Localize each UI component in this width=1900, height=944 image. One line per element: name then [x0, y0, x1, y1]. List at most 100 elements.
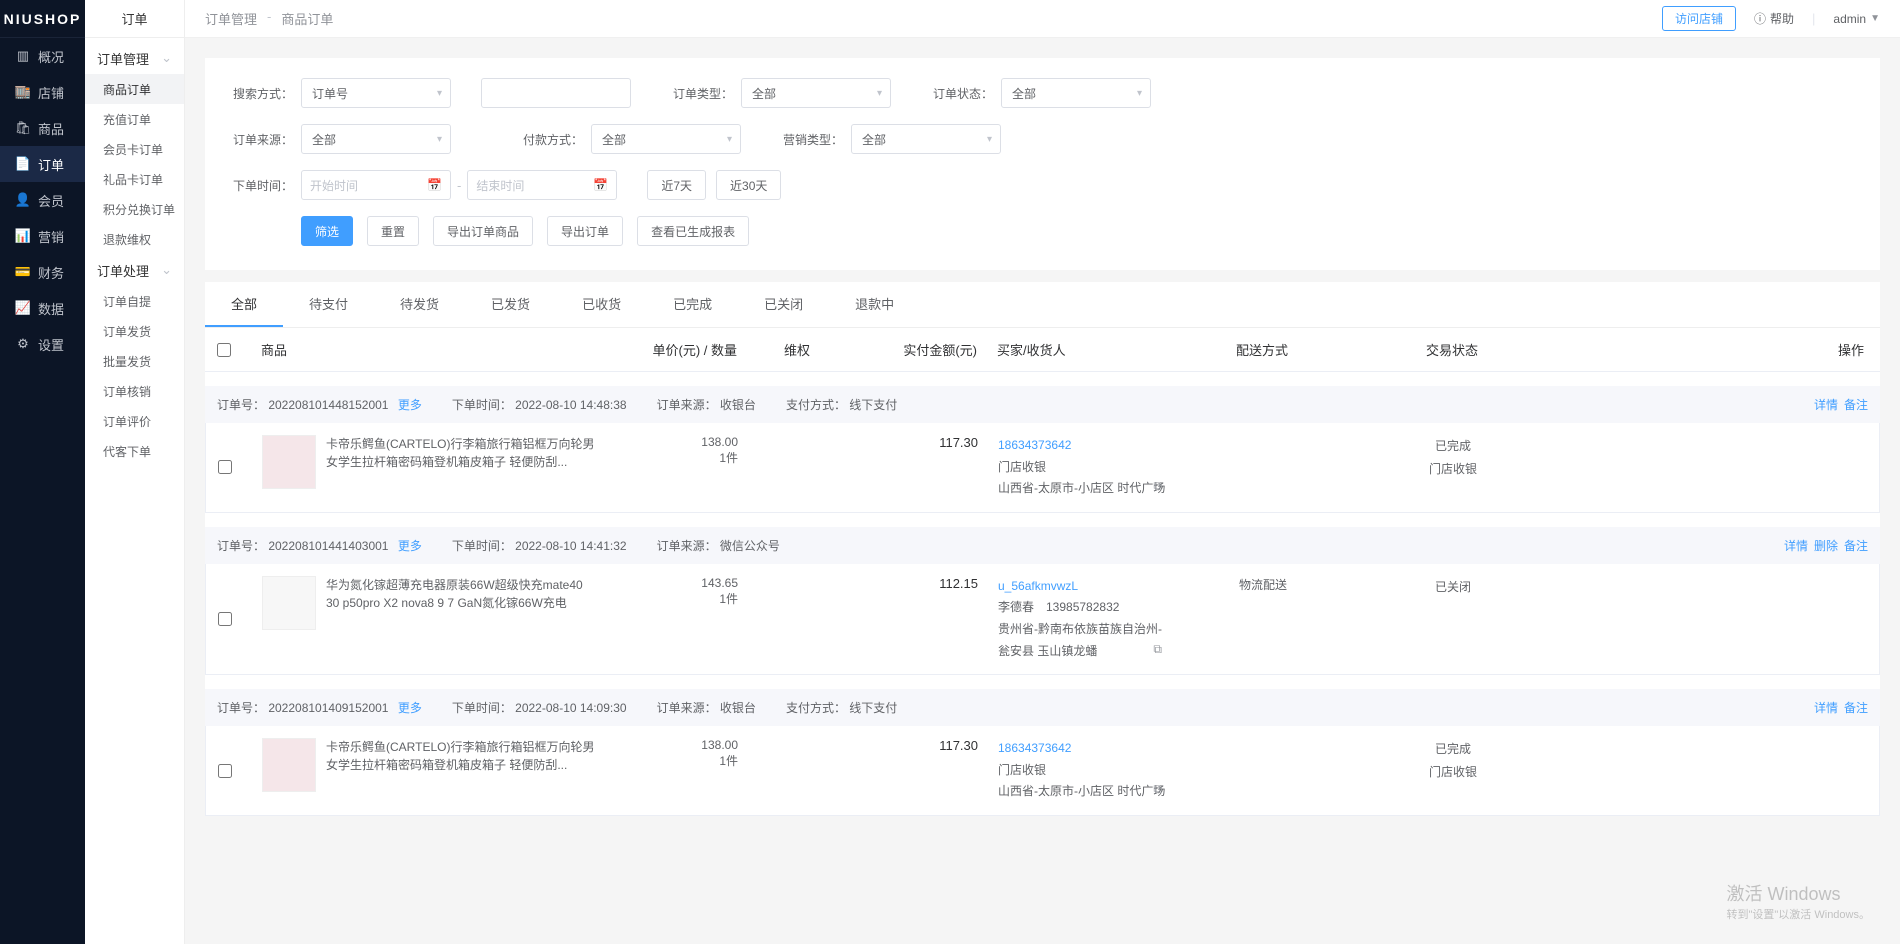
chevron-down-icon: ▾	[727, 134, 732, 145]
nav-item-设置[interactable]: ⚙设置	[0, 326, 85, 362]
label-order-time: 下单时间：	[221, 177, 301, 194]
label-order-status: 订单状态：	[921, 85, 1001, 102]
end-date-input[interactable]: 结束时间 📅	[467, 170, 617, 200]
copy-icon[interactable]: ⧉	[1153, 779, 1162, 801]
submenu-item-订单核销[interactable]: 订单核销	[85, 376, 184, 406]
marketing-type-select[interactable]: 全部▾	[851, 124, 1001, 154]
nav-item-营销[interactable]: 📊营销	[0, 218, 85, 254]
submenu-group-订单管理[interactable]: 订单管理⌄	[85, 42, 184, 74]
submenu-item-订单自提[interactable]: 订单自提	[85, 286, 184, 316]
order-checkbox[interactable]	[218, 460, 232, 474]
submenu-group-订单处理[interactable]: 订单处理⌄	[85, 254, 184, 286]
nav-item-店铺[interactable]: 🏬店铺	[0, 74, 85, 110]
chevron-down-icon: ▼	[1870, 13, 1880, 24]
calendar-icon: 📅	[593, 178, 608, 192]
nav-icon: 🛍	[16, 121, 30, 135]
price-qty: 143.651件	[608, 576, 738, 662]
order-status-select[interactable]: 全部▾	[1001, 78, 1151, 108]
tab-已关闭[interactable]: 已关闭	[738, 282, 829, 327]
order-header: 订单号： 202208101448152001 更多下单时间： 2022-08-…	[205, 386, 1880, 423]
order-detail-link[interactable]: 详情	[1814, 699, 1838, 716]
buyer-phone[interactable]: 18634373642	[998, 435, 1168, 457]
chevron-down-icon: ▾	[1137, 88, 1142, 99]
th-status: 交易状态	[1357, 340, 1547, 359]
tab-已发货[interactable]: 已发货	[465, 282, 556, 327]
search-input[interactable]	[481, 78, 631, 108]
tab-待支付[interactable]: 待支付	[283, 282, 374, 327]
search-type-select[interactable]: 订单号▾	[301, 78, 451, 108]
nav-item-会员[interactable]: 👤会员	[0, 182, 85, 218]
buyer-info: 18634373642门店收银山西省-太原市-小店区 时代广场⧉	[978, 738, 1168, 803]
order-delete-link[interactable]: 删除	[1814, 537, 1838, 554]
submenu-item-积分兑换订单[interactable]: 积分兑换订单	[85, 194, 184, 224]
filter-button[interactable]: 筛选	[301, 216, 353, 246]
submenu-item-订单评价[interactable]: 订单评价	[85, 406, 184, 436]
buyer-phone[interactable]: 18634373642	[998, 738, 1168, 760]
tab-全部[interactable]: 全部	[205, 282, 283, 327]
product-image	[262, 576, 316, 630]
nav-item-商品[interactable]: 🛍商品	[0, 110, 85, 146]
chevron-down-icon: ▾	[437, 134, 442, 145]
buyer-phone[interactable]: u_56afkmvwzL	[998, 576, 1168, 598]
product-image	[262, 435, 316, 489]
submenu-item-会员卡订单[interactable]: 会员卡订单	[85, 134, 184, 164]
copy-icon[interactable]: ⧉	[1153, 639, 1162, 661]
submenu-item-礼品卡订单[interactable]: 礼品卡订单	[85, 164, 184, 194]
view-reports-button[interactable]: 查看已生成报表	[637, 216, 749, 246]
submenu-item-退款维权[interactable]: 退款维权	[85, 224, 184, 254]
order-type-select[interactable]: 全部▾	[741, 78, 891, 108]
product-name: 华为氮化镓超薄充电器原装66W超级快充mate40 30 p50pro X2 n…	[326, 576, 596, 662]
last-7-days-button[interactable]: 近7天	[647, 170, 706, 200]
export-order-goods-button[interactable]: 导出订单商品	[433, 216, 533, 246]
tab-退款中[interactable]: 退款中	[829, 282, 920, 327]
order-remark-link[interactable]: 备注	[1844, 537, 1868, 554]
order-remark-link[interactable]: 备注	[1844, 396, 1868, 413]
order-checkbox[interactable]	[218, 612, 232, 626]
th-price: 单价(元) / 数量	[607, 340, 737, 359]
submenu-item-订单发货[interactable]: 订单发货	[85, 316, 184, 346]
start-date-input[interactable]: 开始时间 📅	[301, 170, 451, 200]
pay-type-select[interactable]: 全部▾	[591, 124, 741, 154]
export-orders-button[interactable]: 导出订单	[547, 216, 623, 246]
tab-已收货[interactable]: 已收货	[556, 282, 647, 327]
th-buyer: 买家/收货人	[977, 340, 1167, 359]
ship-method	[1168, 435, 1358, 500]
label-pay-type: 付款方式：	[481, 131, 591, 148]
order-detail-link[interactable]: 详情	[1784, 537, 1808, 554]
order-source-select[interactable]: 全部▾	[301, 124, 451, 154]
order-remark-link[interactable]: 备注	[1844, 699, 1868, 716]
submenu-item-批量发货[interactable]: 批量发货	[85, 346, 184, 376]
user-menu[interactable]: admin ▼	[1833, 12, 1880, 26]
calendar-icon: 📅	[427, 178, 442, 192]
order-detail-link[interactable]: 详情	[1814, 396, 1838, 413]
nav-item-财务[interactable]: 💳财务	[0, 254, 85, 290]
order-more-link[interactable]: 更多	[398, 539, 422, 553]
order-checkbox[interactable]	[218, 764, 232, 778]
label-order-type: 订单类型：	[661, 85, 741, 102]
nav-item-数据[interactable]: 📈数据	[0, 290, 85, 326]
visit-shop-button[interactable]: 访问店铺	[1662, 6, 1736, 31]
help-icon: ⓘ	[1754, 10, 1766, 27]
nav-icon: 📈	[16, 301, 30, 315]
submenu-item-充值订单[interactable]: 充值订单	[85, 104, 184, 134]
order-more-link[interactable]: 更多	[398, 701, 422, 715]
product-image	[262, 738, 316, 792]
breadcrumb: 订单管理 - 商品订单	[205, 9, 333, 28]
nav-icon: 📄	[16, 157, 30, 171]
nav-item-概况[interactable]: ▥概况	[0, 38, 85, 74]
reset-button[interactable]: 重置	[367, 216, 419, 246]
order-header: 订单号： 202208101409152001 更多下单时间： 2022-08-…	[205, 689, 1880, 726]
paid-amount: 112.15	[858, 576, 978, 662]
submenu-item-商品订单[interactable]: 商品订单	[85, 74, 184, 104]
order-more-link[interactable]: 更多	[398, 398, 422, 412]
copy-icon[interactable]: ⧉	[1153, 476, 1162, 498]
nav-icon: ▥	[16, 49, 30, 63]
select-all-checkbox[interactable]	[217, 343, 231, 357]
help-link[interactable]: ⓘ 帮助	[1754, 10, 1794, 27]
tab-待发货[interactable]: 待发货	[374, 282, 465, 327]
price-qty: 138.001件	[608, 738, 738, 803]
tab-已完成[interactable]: 已完成	[647, 282, 738, 327]
nav-item-订单[interactable]: 📄订单	[0, 146, 85, 182]
submenu-item-代客下单[interactable]: 代客下单	[85, 436, 184, 466]
last-30-days-button[interactable]: 近30天	[716, 170, 781, 200]
